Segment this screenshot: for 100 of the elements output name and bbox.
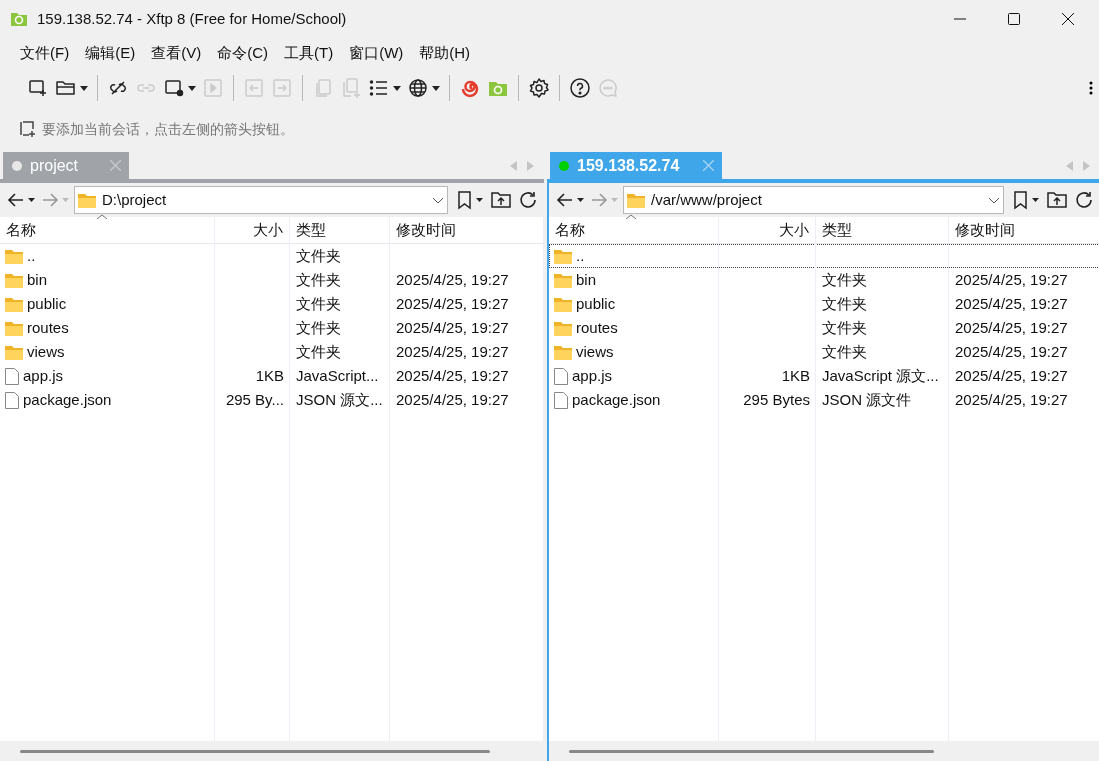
file-name: routes <box>576 317 618 338</box>
file-size: 295 By... <box>225 390 284 408</box>
file-name: app.js <box>572 365 613 386</box>
window-title: 159.138.52.74 - Xftp 8 (Free for Home/School) <box>37 8 347 29</box>
file-name: package.json <box>572 389 661 410</box>
file-name: bin <box>27 269 48 290</box>
folder-icon <box>627 192 645 208</box>
bookmark-icon[interactable] <box>1012 190 1040 210</box>
list-icon[interactable] <box>368 77 390 99</box>
path-field[interactable]: D:\project <box>74 186 448 214</box>
file-row[interactable]: views 文件夹 2025/4/25, 19:27 <box>549 340 1099 364</box>
hint-text: 要添加当前会话，点击左侧的箭头按钮。 <box>42 119 294 139</box>
modified-time: 2025/4/25, 19:27 <box>396 366 509 384</box>
folder-icon <box>5 248 23 264</box>
file-name: app.js <box>23 365 64 386</box>
caret-icon[interactable] <box>432 85 440 91</box>
menu-item[interactable]: 命令(C) <box>209 40 276 66</box>
dropdown-icon[interactable] <box>988 196 1000 204</box>
file-row[interactable]: .. <box>549 244 1099 268</box>
folder-icon <box>554 248 572 264</box>
folder-icon <box>5 320 23 336</box>
sort-ascending-icon <box>96 214 107 219</box>
file-type: 文件夹 <box>296 318 341 336</box>
modified-time: 2025/4/25, 19:27 <box>955 342 1068 360</box>
file-name: .. <box>27 245 36 266</box>
file-row[interactable]: package.json 295 Bytes JSON 源文件 2025/4/25, 19:27 <box>549 388 1099 412</box>
caret-icon[interactable] <box>188 85 196 91</box>
app-logo-icon <box>10 10 28 28</box>
file-name: public <box>27 293 67 314</box>
modified-time: 2025/4/25, 19:27 <box>955 270 1068 288</box>
modified-time: 2025/4/25, 19:27 <box>396 390 509 408</box>
modified-time: 2025/4/25, 19:27 <box>955 318 1068 336</box>
file-type: JavaScript 源文... <box>822 366 939 384</box>
file-row[interactable]: routes 文件夹 2025/4/25, 19:27 <box>549 316 1099 340</box>
file-row[interactable]: app.js 1KB JavaScript 源文... 2025/4/25, 19:27 <box>549 364 1099 388</box>
folder-icon <box>5 272 23 288</box>
modified-time: 2025/4/25, 19:27 <box>396 294 509 312</box>
more-options-icon[interactable] <box>1089 80 1093 96</box>
modified-time: 2025/4/25, 19:27 <box>955 390 1068 408</box>
file-type: JSON 源文件 <box>822 390 912 408</box>
close-icon[interactable] <box>1062 13 1074 25</box>
file-row[interactable]: bin 文件夹 2025/4/25, 19:27 <box>549 268 1099 292</box>
menu-item[interactable]: 文件(F) <box>12 40 78 66</box>
file-name: .. <box>576 245 585 266</box>
file-type: 文件夹 <box>822 342 867 360</box>
modified-time: 2025/4/25, 19:27 <box>396 270 509 288</box>
folder-icon <box>554 272 572 288</box>
file-row[interactable]: .. 文件夹 <box>0 244 544 268</box>
menu-item[interactable]: 窗口(W) <box>341 40 412 66</box>
folder-icon <box>5 344 23 360</box>
folder-icon <box>554 320 572 336</box>
help-icon[interactable] <box>569 77 591 99</box>
menu-item[interactable]: 查看(V) <box>143 40 210 66</box>
file-row[interactable]: app.js 1KB JavaScript... 2025/4/25, 19:27 <box>0 364 544 388</box>
caret-icon[interactable] <box>80 85 88 91</box>
modified-time: 2025/4/25, 19:27 <box>955 366 1068 384</box>
file-type: 文件夹 <box>296 294 341 312</box>
file-name: bin <box>576 269 597 290</box>
sort-ascending-icon <box>625 214 636 219</box>
file-row[interactable]: bin 文件夹 2025/4/25, 19:27 <box>0 268 544 292</box>
bookmark-icon[interactable] <box>456 190 484 210</box>
file-type: 文件夹 <box>296 270 341 288</box>
folder-icon <box>554 344 572 360</box>
refresh-icon[interactable] <box>518 190 538 210</box>
file-type: 文件夹 <box>296 246 341 264</box>
file-row[interactable]: routes 文件夹 2025/4/25, 19:27 <box>0 316 544 340</box>
settings-icon[interactable] <box>528 77 550 99</box>
file-name: public <box>576 293 616 314</box>
folder-icon <box>78 192 96 208</box>
scrollbar-thumb[interactable] <box>569 749 934 753</box>
file-row[interactable]: public 文件夹 2025/4/25, 19:27 <box>0 292 544 316</box>
parent-folder-icon[interactable] <box>1046 190 1068 210</box>
file-name: views <box>576 341 614 362</box>
modified-time: 2025/4/25, 19:27 <box>955 294 1068 312</box>
parent-folder-icon[interactable] <box>490 190 512 210</box>
file-size: 1KB <box>781 366 810 384</box>
file-type: 文件夹 <box>822 318 867 336</box>
menu-item[interactable]: 工具(T) <box>276 40 342 66</box>
caret-icon[interactable] <box>393 85 401 91</box>
file-row[interactable]: views 文件夹 2025/4/25, 19:27 <box>0 340 544 364</box>
path-field[interactable]: /var/www/project <box>623 186 1004 214</box>
file-size: 1KB <box>255 366 284 384</box>
menu-item[interactable]: 帮助(H) <box>411 40 479 66</box>
modified-time: 2025/4/25, 19:27 <box>396 318 509 336</box>
dropdown-icon[interactable] <box>432 196 444 204</box>
modified-time: 2025/4/25, 19:27 <box>396 342 509 360</box>
menu-item[interactable]: 编辑(E) <box>77 40 144 66</box>
maximize-icon[interactable] <box>1008 13 1020 25</box>
new-session-icon[interactable] <box>27 77 49 99</box>
file-name: views <box>27 341 65 362</box>
globe-icon[interactable] <box>407 77 429 99</box>
folder-icon <box>5 296 23 312</box>
file-row[interactable]: public 文件夹 2025/4/25, 19:27 <box>549 292 1099 316</box>
file-type: 文件夹 <box>822 294 867 312</box>
refresh-icon[interactable] <box>1074 190 1094 210</box>
file-type: 文件夹 <box>296 342 341 360</box>
file-type: JavaScript... <box>296 366 379 384</box>
file-row[interactable]: package.json 295 By... JSON 源文... 2025/4/25, 19:27 <box>0 388 544 412</box>
file-type: JSON 源文... <box>296 390 383 408</box>
scrollbar-thumb[interactable] <box>20 749 490 753</box>
